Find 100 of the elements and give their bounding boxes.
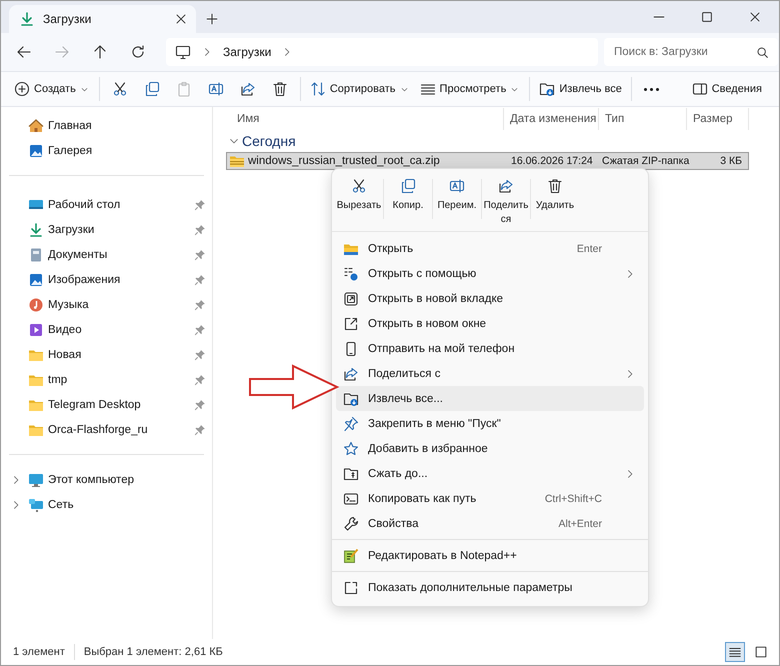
toolbar-button[interactable]: Создать [10,75,94,103]
menu-item[interactable]: Поделиться с [336,361,644,386]
sidebar-label[interactable]: Telegram Desktop [48,398,190,410]
sidebar-item[interactable]: Этот компьютер [1,467,212,492]
sidebar-item[interactable]: Изображения [1,267,212,292]
menu-item[interactable]: Копировать как путь Ctrl+Shift+C [336,486,644,511]
sidebar-label[interactable]: Изображения [48,274,190,286]
shortcut-text: Ctrl+Shift+C [544,492,602,504]
column-header[interactable]: Размер [687,108,749,130]
menu-item[interactable]: Открыть с помощью [336,261,644,286]
sort-icon [310,81,326,97]
address-bar[interactable]: Загрузки [166,38,598,66]
menu-item[interactable]: Сжать до... [336,461,644,486]
sidebar-label[interactable]: Orca-Flashforge_ru [48,424,190,436]
sidebar-label[interactable]: Этот компьютер [48,474,206,486]
menu-item[interactable]: Открыть в новом окне [336,311,644,336]
menu-item[interactable]: Показать дополнительные параметры [336,575,644,600]
menu-item[interactable]: Отправить на мой телефон [336,336,644,361]
clipboard-icon [176,81,192,97]
share-action[interactable]: Поделиться [482,173,530,229]
sidebar-item[interactable]: Главная [1,113,212,138]
tab[interactable]: Загрузки [9,5,196,33]
rename-action[interactable]: Переим. [433,173,481,215]
sidebar-label[interactable]: Музыка [48,298,190,310]
menu-item[interactable]: Свойства Alt+Enter [336,511,644,536]
search-icon [756,46,769,59]
rename-icon [449,178,465,194]
path-icon [343,490,359,506]
sidebar-item[interactable]: Сеть [1,492,212,517]
details-view-icon[interactable] [728,645,742,659]
picture-icon [28,272,44,288]
sidebar-item[interactable]: Галерея [1,138,212,163]
share-icon [240,81,256,97]
sidebar-item[interactable]: Рабочий стол [1,192,212,217]
search-field[interactable]: Поиск в: Загрузки [604,38,778,66]
column-header[interactable]: Имя [226,108,504,130]
details-pane-icon [692,81,708,97]
column-header[interactable]: Тип [599,108,687,130]
sidebar-item[interactable]: Документы [1,242,212,267]
sidebar-item[interactable]: Новая [1,342,212,367]
menu-item[interactable]: Закрепить в меню "Пуск" [336,411,644,436]
trash-icon [272,81,288,97]
sidebar-label[interactable]: Рабочий стол [48,198,190,210]
close-icon[interactable] [174,12,188,26]
group-header[interactable]: Сегодня [242,133,296,149]
sidebar-item[interactable]: Orca-Flashforge_ru [1,417,212,442]
tiles-view-icon[interactable] [754,645,768,659]
new-tab-icon[interactable] [205,12,219,26]
sidebar-item[interactable]: Видео [1,317,212,342]
home-icon [28,118,44,134]
up-arrow-icon[interactable] [92,44,108,60]
sidebar-label[interactable]: Галерея [48,144,206,156]
sidebar-item[interactable]: Telegram Desktop [1,392,212,417]
menu-item[interactable]: Редактировать в Notepad++ [336,543,644,568]
more-icon [644,88,660,90]
close-icon[interactable] [748,10,762,24]
toolbar-button[interactable]: Сведения [688,75,766,103]
monitor-icon [175,44,191,60]
toolbar-button[interactable]: Извлечь все [535,75,626,103]
network-icon [28,496,44,512]
sidebar-label[interactable]: tmp [48,374,190,386]
toolbar-button[interactable]: Сортировать [306,75,414,103]
sidebar-label[interactable]: Документы [48,248,190,260]
sidebar-label[interactable]: Видео [48,324,190,336]
sidebar-label[interactable]: Сеть [48,498,206,510]
refresh-icon[interactable] [130,44,146,60]
sidebar-label[interactable]: Главная [48,120,206,132]
sidebar-item[interactable]: tmp [1,367,212,392]
copy-icon [144,81,160,97]
date-cell-text: 16.06.2026 17:24 [510,155,594,167]
column-header[interactable]: Дата изменения [504,108,599,130]
menu-item[interactable]: Извлечь все... [336,386,644,411]
sidebar-label[interactable]: Загрузки [48,224,190,236]
sidebar-label[interactable]: Новая [48,348,190,360]
notepad-icon [343,548,359,564]
status-text: 1 элемент [13,646,65,658]
menu-item[interactable]: Добавить в избранное [336,436,644,461]
menu-item[interactable]: Открыть Enter [336,236,644,261]
new-window-icon [343,316,359,332]
download-icon [19,11,35,27]
tab-title: Загрузки [43,12,92,26]
maximize-icon[interactable] [700,10,714,24]
back-arrow-icon[interactable] [16,44,32,60]
toolbar-button[interactable]: Просмотреть [416,75,524,103]
scissors-action[interactable]: Вырезать [335,173,383,215]
extract-icon [343,390,359,406]
sidebar-item[interactable]: Загрузки [1,217,212,242]
file-row[interactable]: windows_russian_trusted_root_ca.zip 16.06.2026 17:24 Сжатая ZIP-папка 3 КБ [226,152,749,170]
copy-action[interactable]: Копир. [384,173,432,215]
wrench-icon [343,516,359,532]
compress-icon [343,466,359,482]
shortcut-text: Enter [576,242,602,254]
download-icon [28,222,44,238]
menu-item[interactable]: Открыть в новой вкладке [336,286,644,311]
breadcrumb-item[interactable]: Загрузки [223,45,272,59]
share-icon [498,178,514,194]
trash-action[interactable]: Удалить [531,173,579,215]
sidebar-item[interactable]: Музыка [1,292,212,317]
file-name: windows_russian_trusted_root_ca.zip [248,155,440,167]
rename-icon [208,81,224,97]
